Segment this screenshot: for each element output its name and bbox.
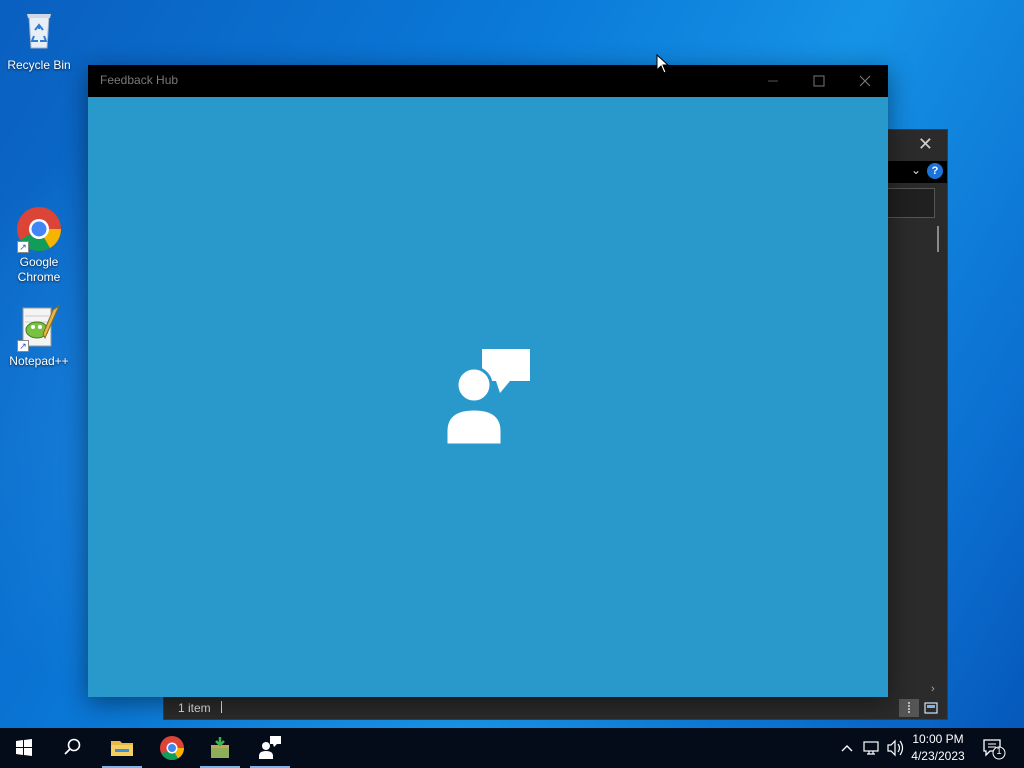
- item-count: 1 item: [178, 701, 211, 715]
- details-view-button[interactable]: [899, 699, 919, 717]
- clock-date: 4/23/2023: [911, 749, 965, 763]
- mouse-cursor: [656, 53, 670, 74]
- feedback-hub-icon: [259, 736, 281, 759]
- search-button[interactable]: [48, 728, 96, 768]
- action-center-button[interactable]: 1: [978, 728, 1008, 768]
- feedback-hub-window[interactable]: Feedback Hub: [88, 65, 888, 697]
- volume-icon[interactable]: [884, 728, 906, 768]
- desktop-icon-recycle-bin[interactable]: Recycle Bin: [1, 8, 77, 73]
- desktop-icon-label: Recycle Bin: [7, 58, 71, 72]
- minimize-button[interactable]: [750, 65, 796, 97]
- network-icon[interactable]: [860, 728, 882, 768]
- close-button[interactable]: [842, 65, 888, 97]
- start-icon: [16, 739, 32, 756]
- status-divider: [220, 701, 222, 713]
- installer-icon: [211, 737, 229, 758]
- desktop-icon-google-chrome[interactable]: ↗ Google Chrome: [1, 205, 77, 285]
- taskbar-installer[interactable]: [196, 728, 244, 768]
- file-explorer-icon: [111, 741, 133, 756]
- large-icons-view-button[interactable]: [921, 699, 941, 717]
- feedback-hub-title-bar[interactable]: Feedback Hub: [88, 65, 888, 97]
- taskbar-feedback-hub[interactable]: [246, 728, 294, 768]
- help-icon[interactable]: ?: [927, 163, 943, 179]
- feedback-person-icon: [444, 347, 534, 447]
- close-icon[interactable]: ✕: [918, 134, 933, 155]
- taskbar-clock[interactable]: 10:00 PM 4/23/2023: [910, 731, 966, 765]
- search-icon: [64, 738, 81, 755]
- recycle-bin-icon: [15, 8, 63, 56]
- chevron-down-icon[interactable]: ⌄: [911, 163, 921, 177]
- desktop-icon-label: Notepad++: [9, 354, 69, 368]
- taskbar-chrome[interactable]: [148, 728, 196, 768]
- window-title: Feedback Hub: [100, 73, 179, 87]
- shortcut-arrow-icon: ↗: [17, 241, 29, 253]
- taskbar-file-explorer[interactable]: [98, 728, 146, 768]
- chevron-right-icon[interactable]: ›: [931, 683, 943, 697]
- chrome-icon: ↗: [15, 205, 63, 253]
- chrome-icon: [160, 736, 184, 761]
- taskbar: 10:00 PM 4/23/2023 1: [0, 728, 1024, 768]
- notification-icon: [983, 739, 1006, 760]
- vertical-scrollbar[interactable]: [937, 226, 939, 252]
- start-button[interactable]: [0, 728, 48, 768]
- maximize-button[interactable]: [796, 65, 842, 97]
- notepad-plus-plus-icon: ↗: [15, 304, 63, 352]
- desktop-icon-label: Google Chrome: [17, 255, 61, 284]
- shortcut-arrow-icon: ↗: [17, 340, 29, 352]
- explorer-status-bar: 1 item: [164, 697, 947, 719]
- notification-count-badge: 1: [996, 746, 1002, 756]
- clock-time: 10:00 PM: [912, 732, 964, 746]
- desktop-icon-notepad-plus-plus[interactable]: ↗ Notepad++: [1, 304, 77, 369]
- tray-chevron-up-icon[interactable]: [838, 728, 856, 768]
